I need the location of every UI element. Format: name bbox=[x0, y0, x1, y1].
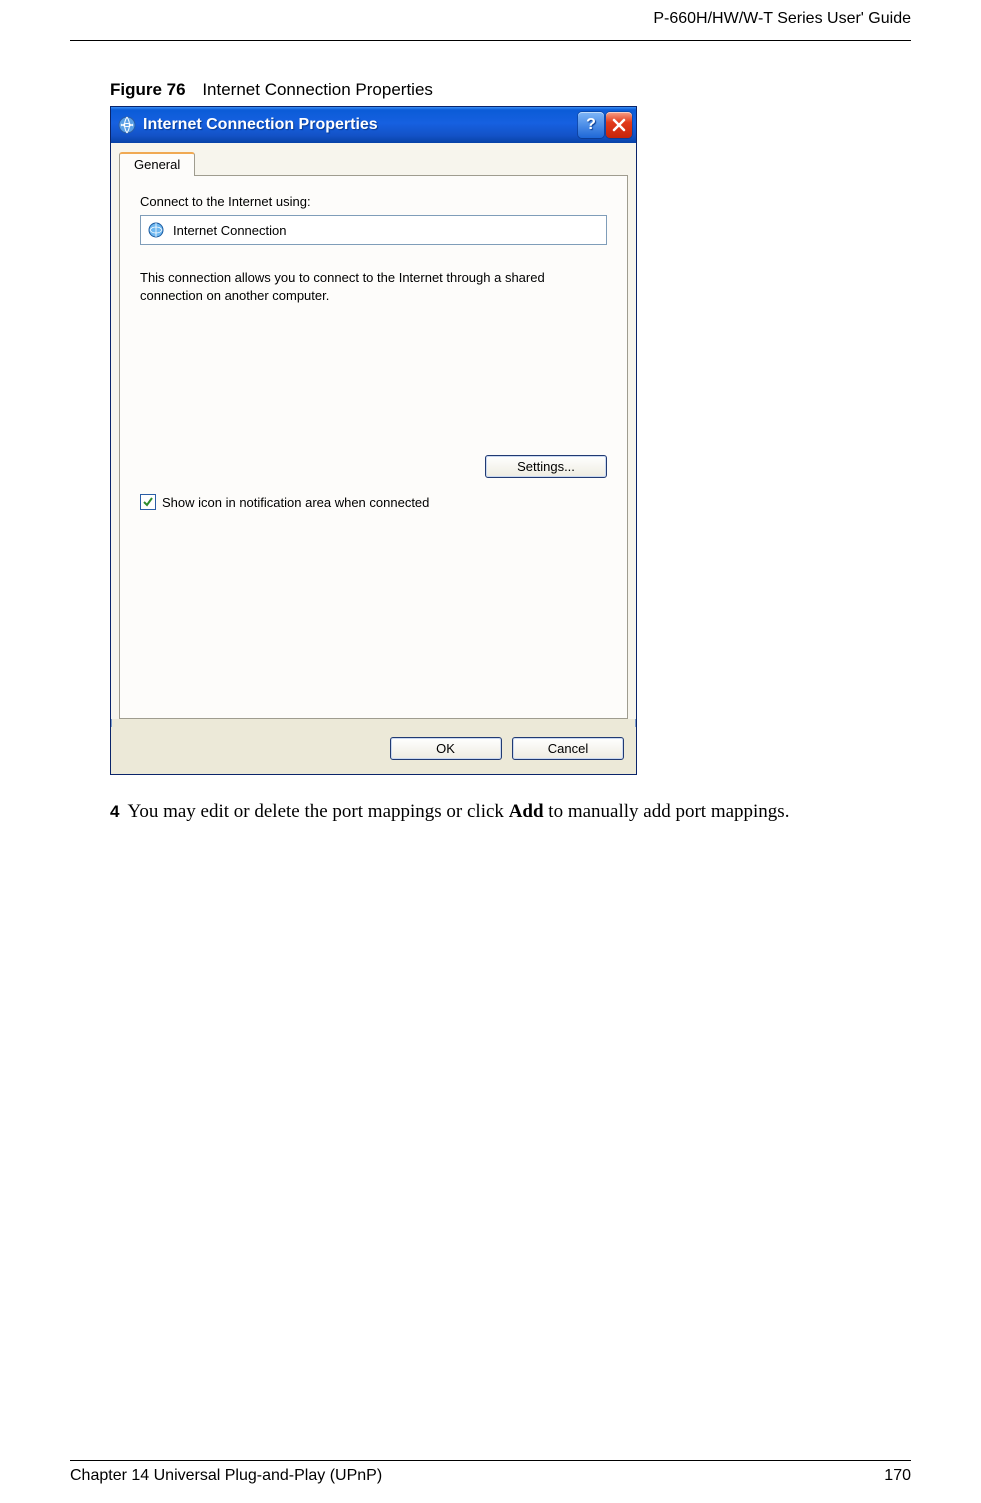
dialog-footer: OK Cancel bbox=[111, 727, 636, 774]
step-bold-word: Add bbox=[509, 801, 544, 822]
ok-button[interactable]: OK bbox=[390, 737, 502, 760]
show-icon-label: Show icon in notification area when conn… bbox=[162, 495, 429, 510]
step-number: 4 bbox=[110, 802, 119, 821]
dialog-body: General Connect to the Internet using: bbox=[111, 143, 636, 719]
window-icon bbox=[117, 115, 137, 135]
header-divider bbox=[70, 40, 911, 41]
footer-chapter: Chapter 14 Universal Plug-and-Play (UPnP… bbox=[70, 1467, 382, 1485]
tab-panel: Connect to the Internet using: Internet … bbox=[119, 175, 628, 719]
connection-selector[interactable]: Internet Connection bbox=[140, 215, 607, 245]
figure-caption: Figure 76 Internet Connection Properties bbox=[110, 80, 911, 100]
dialog-window: Internet Connection Properties ? General… bbox=[110, 106, 637, 775]
titlebar[interactable]: Internet Connection Properties ? bbox=[111, 107, 636, 143]
titlebar-title: Internet Connection Properties bbox=[143, 116, 576, 134]
step-instruction: 4 You may edit or delete the port mappin… bbox=[110, 799, 911, 826]
show-icon-checkbox-row[interactable]: Show icon in notification area when conn… bbox=[140, 494, 607, 510]
connect-using-label: Connect to the Internet using: bbox=[140, 194, 607, 209]
cancel-button[interactable]: Cancel bbox=[512, 737, 624, 760]
connection-name: Internet Connection bbox=[173, 223, 286, 238]
show-icon-checkbox[interactable] bbox=[140, 494, 156, 510]
footer-divider bbox=[70, 1460, 911, 1461]
footer-page-number: 170 bbox=[884, 1467, 911, 1485]
figure-title: Internet Connection Properties bbox=[202, 80, 433, 99]
tab-general[interactable]: General bbox=[119, 152, 195, 176]
header-guide-title: P-660H/HW/W-T Series User' Guide bbox=[653, 10, 911, 28]
connection-description: This connection allows you to connect to… bbox=[140, 269, 590, 305]
step-text-after: to manually add port mappings. bbox=[544, 801, 790, 822]
settings-button[interactable]: Settings... bbox=[485, 455, 607, 478]
connection-icon bbox=[147, 221, 165, 239]
figure-number: Figure 76 bbox=[110, 80, 186, 99]
step-text-before: You may edit or delete the port mappings… bbox=[128, 801, 509, 822]
help-button[interactable]: ? bbox=[578, 112, 604, 138]
close-button[interactable] bbox=[606, 112, 632, 138]
